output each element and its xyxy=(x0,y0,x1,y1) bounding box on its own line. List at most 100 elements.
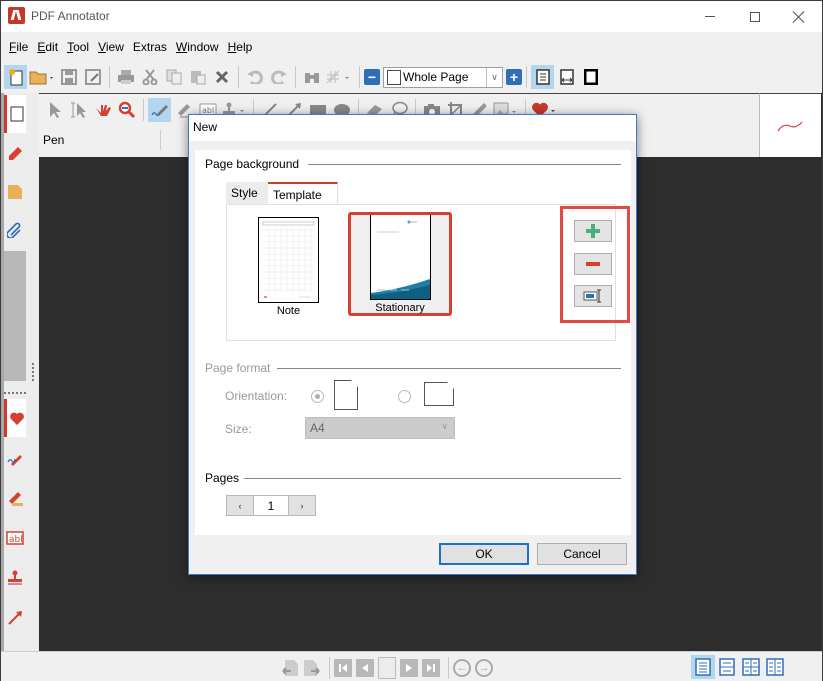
page-field[interactable] xyxy=(378,657,396,679)
menu-view[interactable]: View xyxy=(94,40,128,54)
text-select-tool-button[interactable] xyxy=(67,98,90,122)
fit-width-button[interactable] xyxy=(555,65,578,89)
menu-tool[interactable]: Tool xyxy=(63,40,93,54)
app-window: PDF Annotator File Edit Tool View Extras… xyxy=(0,0,823,681)
zoom-in-icon: + xyxy=(509,69,519,85)
grid-button[interactable] xyxy=(324,65,354,89)
pages-stepper: ‹ 1 › xyxy=(226,495,316,516)
sidebar-split-grip[interactable] xyxy=(4,392,26,394)
page-navigation: ← → xyxy=(281,657,497,679)
minimize-button[interactable] xyxy=(687,1,733,32)
print-button[interactable] xyxy=(114,65,137,89)
size-value: A4 xyxy=(310,421,325,435)
chevron-right-icon: › xyxy=(300,500,304,511)
continuous-view-button[interactable] xyxy=(715,655,739,679)
template-note[interactable]: Note xyxy=(258,217,319,317)
save-as-icon xyxy=(84,69,101,85)
sidebar-tab-document[interactable] xyxy=(4,173,26,211)
two-page-view-button[interactable] xyxy=(739,655,763,679)
next-page-button[interactable] xyxy=(400,659,418,677)
menu-help[interactable]: Help xyxy=(224,40,257,54)
dialog-body: Page background Style Template Note Stat… xyxy=(195,150,631,535)
sidebar-tab-attachments[interactable] xyxy=(4,211,26,249)
remove-template-button[interactable] xyxy=(574,253,612,275)
zoom-tool-button[interactable] xyxy=(115,98,138,122)
pages-input[interactable]: 1 xyxy=(254,495,288,516)
close-button[interactable] xyxy=(776,1,822,32)
find-button[interactable] xyxy=(300,65,323,89)
sidebar-tool-stamp[interactable] xyxy=(4,559,26,597)
select-tool-button[interactable] xyxy=(43,98,66,122)
orientation-portrait-radio[interactable] xyxy=(311,390,324,403)
size-select[interactable]: A4 ∨ xyxy=(305,417,455,439)
zoom-in-button[interactable]: + xyxy=(506,69,522,85)
size-label: Size: xyxy=(225,422,252,436)
pen-stroke-preview xyxy=(777,121,803,132)
title-bar: PDF Annotator xyxy=(1,1,822,32)
copy-button[interactable] xyxy=(162,65,185,89)
template-tab-panel: Note Stationary xyxy=(226,204,616,341)
template-thumbnail xyxy=(369,215,431,300)
menu-file[interactable]: File xyxy=(5,40,32,54)
pages-increment-button[interactable]: › xyxy=(288,495,316,516)
menu-window[interactable]: Window xyxy=(172,40,223,54)
sidebar-resize-grip[interactable] xyxy=(32,363,34,381)
fit-page-button[interactable] xyxy=(531,65,554,89)
maximize-button[interactable] xyxy=(732,1,778,32)
undo-button[interactable] xyxy=(243,65,266,89)
orientation-landscape-radio[interactable] xyxy=(398,390,411,403)
two-page-continuous-view-button[interactable] xyxy=(763,655,787,679)
paste-button[interactable] xyxy=(186,65,209,89)
sidebar-tab-pages[interactable] xyxy=(4,95,26,133)
menu-edit[interactable]: Edit xyxy=(33,40,62,54)
tab-style[interactable]: Style xyxy=(226,182,268,204)
back-document-button[interactable] xyxy=(281,659,299,677)
pen-tool-button[interactable] xyxy=(148,98,171,122)
zoom-select[interactable]: Whole Page ∨ xyxy=(383,66,503,88)
dialog-title-bar[interactable]: New xyxy=(189,115,636,141)
pen-tool-icon xyxy=(7,455,22,466)
forward-document-button[interactable] xyxy=(303,659,321,677)
minimize-icon xyxy=(705,16,715,17)
sidebar-tool-pen[interactable] xyxy=(4,439,26,477)
template-stationary[interactable]: Stationary xyxy=(348,212,452,316)
cut-button[interactable] xyxy=(138,65,161,89)
save-button[interactable] xyxy=(57,65,80,89)
delete-button[interactable] xyxy=(210,65,233,89)
single-page-view-button[interactable] xyxy=(691,655,715,679)
pages-decrement-button[interactable]: ‹ xyxy=(226,495,254,516)
group-divider xyxy=(244,478,621,479)
menu-accel: V xyxy=(98,39,106,54)
last-page-button[interactable] xyxy=(422,659,440,677)
next-page-icon xyxy=(406,664,412,672)
tab-template[interactable]: Template xyxy=(268,182,338,204)
sidebar-tool-highlighter[interactable] xyxy=(4,479,26,517)
redo-button[interactable] xyxy=(267,65,290,89)
open-button[interactable] xyxy=(28,65,56,89)
sidebar-tool-arrow[interactable] xyxy=(4,599,26,637)
new-document-button[interactable] xyxy=(4,65,27,89)
prev-page-button[interactable] xyxy=(356,659,374,677)
rename-template-button[interactable] xyxy=(574,285,612,307)
add-template-button[interactable] xyxy=(574,220,612,242)
active-tool-label: Pen xyxy=(43,133,65,147)
menu-extras[interactable]: Extras xyxy=(129,40,171,54)
hand-tool-button[interactable] xyxy=(91,98,114,122)
sidebar-tool-textbox[interactable]: abl xyxy=(4,519,26,557)
single-page-view-icon xyxy=(695,658,711,676)
document-icon xyxy=(8,185,22,199)
paste-icon xyxy=(190,71,205,85)
chevron-left-icon: ‹ xyxy=(238,500,242,511)
fullscreen-button[interactable] xyxy=(579,65,602,89)
cancel-button[interactable]: Cancel xyxy=(537,543,627,565)
sidebar-tab-annotations[interactable] xyxy=(4,135,26,173)
save-as-button[interactable] xyxy=(81,65,104,89)
zoom-out-button[interactable]: − xyxy=(364,69,380,85)
first-page-button[interactable] xyxy=(334,659,352,677)
ok-button[interactable]: OK xyxy=(439,543,529,565)
history-forward-button[interactable]: → xyxy=(475,659,493,677)
history-back-button[interactable]: ← xyxy=(453,659,471,677)
continuous-view-icon xyxy=(719,658,735,676)
fit-width-icon xyxy=(559,69,574,85)
sidebar-tab-favorites[interactable] xyxy=(4,399,26,437)
